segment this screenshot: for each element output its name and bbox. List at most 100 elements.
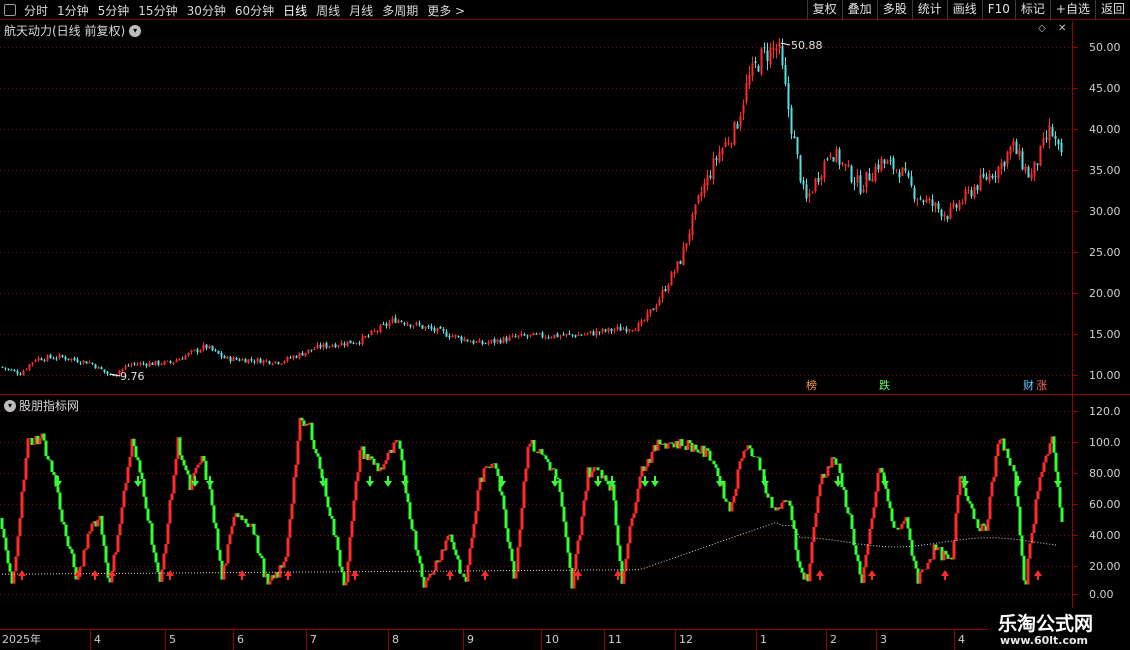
x-axis: 2025年 4 5 6 7 8 9 10 11 12 1 2 3 4 bbox=[2, 632, 965, 646]
candle-body bbox=[832, 157, 835, 162]
candle-body bbox=[775, 48, 778, 51]
candle-body bbox=[682, 246, 685, 265]
candle-body bbox=[250, 359, 253, 361]
candle-body bbox=[694, 204, 697, 215]
candle-body bbox=[181, 358, 184, 360]
candle-body bbox=[748, 74, 751, 85]
y-tick-50: 50.00 bbox=[1089, 41, 1121, 54]
candle-body bbox=[184, 355, 187, 360]
indicator-lines bbox=[0, 417, 1064, 589]
candle-body bbox=[169, 361, 172, 363]
candle-body bbox=[664, 289, 667, 292]
candle-body bbox=[982, 173, 985, 177]
min-price-label: 9.76 bbox=[120, 370, 145, 383]
candle-body bbox=[1000, 162, 1003, 170]
max-price-marker: 50.88 bbox=[780, 39, 823, 52]
candle-body bbox=[1, 366, 4, 368]
candle-body bbox=[724, 141, 727, 147]
candle-body bbox=[334, 344, 337, 348]
candle-body bbox=[907, 173, 910, 177]
candle-body bbox=[859, 175, 862, 194]
candle-body bbox=[361, 336, 364, 345]
indicator-pane-title: ▾ 股朋指标网 bbox=[4, 397, 79, 414]
candle-body bbox=[502, 337, 505, 344]
y-tick-40: 40.00 bbox=[1089, 123, 1121, 136]
candle-body bbox=[7, 368, 10, 370]
event-badge-rank[interactable]: 榜 bbox=[805, 380, 818, 392]
candle-body bbox=[1003, 161, 1006, 167]
close-icon[interactable]: ✕ bbox=[1058, 23, 1066, 34]
candle-body bbox=[322, 343, 325, 348]
candle-body bbox=[31, 362, 34, 365]
candle-body bbox=[898, 171, 901, 178]
candle-body bbox=[562, 334, 565, 336]
chevron-down-icon[interactable]: ▾ bbox=[4, 399, 16, 412]
candle-body bbox=[487, 342, 490, 344]
candle-body bbox=[241, 359, 244, 361]
x-label-sep: 9 bbox=[467, 633, 474, 646]
candle-body bbox=[646, 312, 649, 321]
candle-body bbox=[220, 352, 223, 357]
candle-body bbox=[922, 200, 925, 202]
candle-body bbox=[727, 143, 730, 145]
candle-body bbox=[571, 334, 574, 336]
chevron-down-icon[interactable]: ▾ bbox=[129, 24, 142, 37]
candle-body bbox=[163, 361, 166, 365]
candle-body bbox=[943, 214, 946, 217]
candle-body bbox=[913, 187, 916, 200]
event-badge-finance[interactable]: 财 bbox=[1022, 380, 1035, 392]
candle-body bbox=[520, 333, 523, 336]
candle-body bbox=[790, 107, 793, 134]
buy-arrow-icon bbox=[18, 570, 26, 576]
candle-body bbox=[688, 233, 691, 242]
candle-body bbox=[331, 345, 334, 347]
candle-body bbox=[994, 175, 997, 177]
ind-tick-120: 120.0 bbox=[1089, 405, 1121, 418]
candle-body bbox=[49, 354, 52, 358]
candle-body bbox=[454, 334, 457, 337]
candle-body bbox=[787, 83, 790, 110]
candle-body bbox=[886, 161, 889, 164]
candle-body bbox=[190, 350, 193, 353]
candle-body bbox=[919, 198, 922, 200]
watermark: 乐淘公式网 www.60lt.com bbox=[988, 608, 1130, 650]
indicator-grid bbox=[0, 411, 1072, 595]
candle-body bbox=[949, 207, 952, 219]
candle-body bbox=[580, 334, 583, 336]
candle-body bbox=[136, 364, 139, 366]
candle-body bbox=[277, 362, 280, 364]
candle-body bbox=[928, 198, 931, 201]
candle-body bbox=[289, 357, 292, 359]
y-tick-45: 45.00 bbox=[1089, 82, 1121, 95]
candle-body bbox=[37, 357, 40, 361]
candle-body bbox=[946, 216, 949, 220]
diamond-icon[interactable]: ◇ bbox=[1038, 23, 1046, 34]
candle-body bbox=[247, 359, 250, 364]
candle-body bbox=[772, 47, 775, 50]
candle-body bbox=[784, 64, 787, 84]
candle-body bbox=[10, 369, 13, 371]
event-badge-fall[interactable]: 跌 bbox=[878, 380, 891, 392]
candle-body bbox=[781, 45, 784, 66]
candle-body bbox=[133, 363, 136, 365]
candle-body bbox=[319, 344, 322, 348]
candle-body bbox=[661, 289, 664, 299]
candle-body bbox=[649, 309, 652, 314]
candle-body bbox=[796, 137, 799, 155]
candle-body bbox=[670, 272, 673, 286]
candle-body bbox=[430, 326, 433, 329]
candle-body bbox=[154, 360, 157, 365]
x-label-mar: 3 bbox=[880, 633, 887, 646]
candle-body bbox=[442, 329, 445, 331]
event-badge-rise[interactable]: 涨 bbox=[1035, 380, 1048, 392]
candle-body bbox=[313, 349, 316, 351]
candle-body bbox=[1009, 146, 1012, 155]
candle-body bbox=[187, 352, 190, 356]
candle-body bbox=[967, 189, 970, 191]
candle-body bbox=[916, 199, 919, 201]
candle-body bbox=[64, 357, 67, 360]
chart-canvas[interactable]: 50.00 45.00 40.00 35.00 30.00 25.00 20.0… bbox=[0, 0, 1130, 650]
candle-body bbox=[214, 349, 217, 351]
candle-body bbox=[55, 358, 58, 360]
candle-body bbox=[736, 123, 739, 129]
